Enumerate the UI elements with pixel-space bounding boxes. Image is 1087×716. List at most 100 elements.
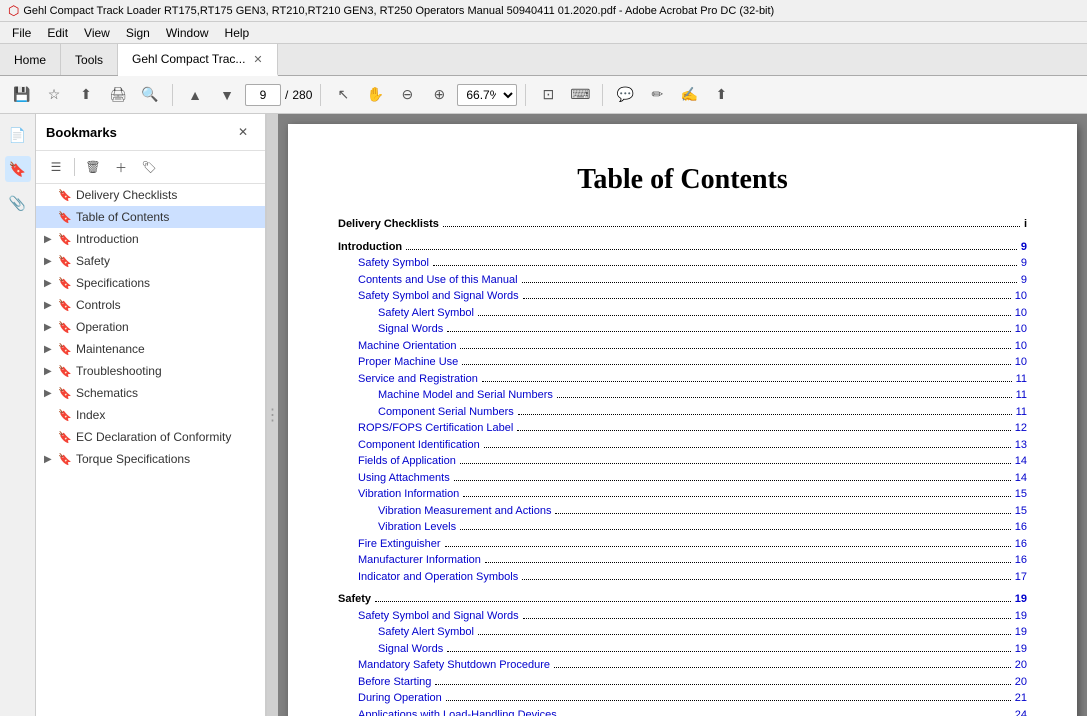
toc-row-0[interactable]: Delivery Checklistsi [338, 216, 1027, 233]
menu-file[interactable]: File [4, 24, 39, 42]
toc-row-7[interactable]: Machine Orientation10 [338, 338, 1027, 355]
bm-torque-specs[interactable]: ▶ 🔖 Torque Specifications [36, 448, 265, 470]
toc-row-17[interactable]: Vibration Measurement and Actions15 [338, 503, 1027, 520]
zoom-select[interactable]: 66.7% 50% 75% 100% 125% 150% [457, 84, 517, 106]
bm-index[interactable]: 🔖 Index [36, 404, 265, 426]
menu-edit[interactable]: Edit [39, 24, 76, 42]
bookmarks-toolbar: ☰ 🗑 ＋ 🏷 [36, 151, 265, 184]
rotate-btn[interactable]: ⌨ [566, 81, 594, 109]
toc-row-13[interactable]: Component Identification13 [338, 437, 1027, 454]
toc-row-29[interactable]: Applications with Load-Handling Devices2… [338, 707, 1027, 716]
bm-table-of-contents[interactable]: 🔖 Table of Contents [36, 206, 265, 228]
toc-row-22[interactable]: Safety19 [338, 591, 1027, 608]
upload-btn[interactable]: ⬆ [72, 81, 100, 109]
bm-safety[interactable]: ▶ 🔖 Safety [36, 250, 265, 272]
title-bar-text: Gehl Compact Track Loader RT175,RT175 GE… [23, 5, 774, 17]
menu-window[interactable]: Window [158, 24, 217, 42]
bm-troubleshooting[interactable]: ▶ 🔖 Troubleshooting [36, 360, 265, 382]
bm-bookmark-icon-controls: 🔖 [58, 299, 72, 312]
bookmark-btn[interactable]: ☆ [40, 81, 68, 109]
bm-chevron-torque: ▶ [44, 454, 58, 465]
toc-row-10[interactable]: Machine Model and Serial Numbers11 [338, 387, 1027, 404]
toc-page-14: 14 [1015, 453, 1027, 470]
toc-page-9: 11 [1016, 371, 1027, 388]
toc-row-5[interactable]: Safety Alert Symbol10 [338, 305, 1027, 322]
sign-btn[interactable]: ✍ [675, 81, 703, 109]
tab-document[interactable]: Gehl Compact Trac... ✕ [118, 44, 278, 76]
toc-row-15[interactable]: Using Attachments14 [338, 470, 1027, 487]
bm-delete-btn[interactable]: 🗑 [81, 155, 105, 179]
tab-home[interactable]: Home [0, 44, 61, 75]
toc-row-27[interactable]: Before Starting20 [338, 674, 1027, 691]
toc-row-16[interactable]: Vibration Information15 [338, 486, 1027, 503]
bm-tag-btn[interactable]: 🏷 [137, 155, 161, 179]
prev-page-btn[interactable]: ▲ [181, 81, 209, 109]
toc-row-21[interactable]: Indicator and Operation Symbols17 [338, 569, 1027, 586]
tab-close-icon[interactable]: ✕ [253, 53, 262, 66]
toc-label-22: Safety [338, 591, 371, 608]
toc-dots-6 [447, 331, 1011, 332]
toc-row-6[interactable]: Signal Words10 [338, 321, 1027, 338]
bm-ec-declaration[interactable]: 🔖 EC Declaration of Conformity [36, 426, 265, 448]
page-input[interactable] [245, 84, 281, 106]
toc-row-9[interactable]: Service and Registration11 [338, 371, 1027, 388]
toc-row-8[interactable]: Proper Machine Use10 [338, 354, 1027, 371]
bm-controls[interactable]: ▶ 🔖 Controls [36, 294, 265, 316]
zoom-out-btn[interactable]: ⊖ [393, 81, 421, 109]
bm-add-btn[interactable]: ＋ [109, 155, 133, 179]
menu-sign[interactable]: Sign [118, 24, 158, 42]
bookmarks-close-btn[interactable]: ✕ [231, 120, 255, 144]
toc-page-19: 16 [1015, 536, 1027, 553]
page-total: 280 [292, 88, 312, 102]
toc-row-18[interactable]: Vibration Levels16 [338, 519, 1027, 536]
bm-operation[interactable]: ▶ 🔖 Operation [36, 316, 265, 338]
toc-row-11[interactable]: Component Serial Numbers11 [338, 404, 1027, 421]
print-btn[interactable]: 🖨 [104, 81, 132, 109]
toc-row-23[interactable]: Safety Symbol and Signal Words19 [338, 608, 1027, 625]
toc-dots-4 [523, 298, 1011, 299]
bm-bookmark-icon: 🔖 [58, 189, 72, 202]
bm-maintenance[interactable]: ▶ 🔖 Maintenance [36, 338, 265, 360]
bookmarks-list: 🔖 Delivery Checklists 🔖 Table of Content… [36, 184, 265, 716]
toc-row-20[interactable]: Manufacturer Information16 [338, 552, 1027, 569]
bm-introduction[interactable]: ▶ 🔖 Introduction [36, 228, 265, 250]
toc-row-14[interactable]: Fields of Application14 [338, 453, 1027, 470]
hand-tool[interactable]: ✋ [361, 81, 389, 109]
toc-row-26[interactable]: Mandatory Safety Shutdown Procedure20 [338, 657, 1027, 674]
toc-row-28[interactable]: During Operation21 [338, 690, 1027, 707]
comment-btn[interactable]: 💬 [611, 81, 639, 109]
draw-btn[interactable]: ✏ [643, 81, 671, 109]
search-btn[interactable]: 🔍 [136, 81, 164, 109]
more-btn[interactable]: ⬆ [707, 81, 735, 109]
sidebar-icon-clip[interactable]: 📎 [5, 190, 31, 216]
toc-row-25[interactable]: Signal Words19 [338, 641, 1027, 658]
toc-row-1[interactable]: Introduction9 [338, 239, 1027, 256]
bm-schematics[interactable]: ▶ 🔖 Schematics [36, 382, 265, 404]
sidebar-icon-bookmarks[interactable]: 🔖 [5, 156, 31, 182]
toc-dots-25 [447, 651, 1011, 652]
menu-help[interactable]: Help [217, 24, 258, 42]
bm-list-btn[interactable]: ☰ [44, 155, 68, 179]
bm-specifications[interactable]: ▶ 🔖 Specifications [36, 272, 265, 294]
toc-row-4[interactable]: Safety Symbol and Signal Words10 [338, 288, 1027, 305]
toc-row-19[interactable]: Fire Extinguisher16 [338, 536, 1027, 553]
toc-dots-0 [443, 226, 1020, 227]
cursor-tool[interactable]: ↖ [329, 81, 357, 109]
pdf-area[interactable]: Table of Contents Delivery ChecklistsiIn… [278, 114, 1087, 716]
toc-row-24[interactable]: Safety Alert Symbol19 [338, 624, 1027, 641]
zoom-in-btn[interactable]: ⊕ [425, 81, 453, 109]
toc-row-2[interactable]: Safety Symbol9 [338, 255, 1027, 272]
menu-view[interactable]: View [76, 24, 118, 42]
save-btn[interactable]: 💾 [8, 81, 36, 109]
toc-page-2: 9 [1021, 255, 1027, 272]
bm-delivery-checklists[interactable]: 🔖 Delivery Checklists [36, 184, 265, 206]
sidebar-icon-page[interactable]: 📄 [5, 122, 31, 148]
toc-row-12[interactable]: ROPS/FOPS Certification Label12 [338, 420, 1027, 437]
toc-row-3[interactable]: Contents and Use of this Manual9 [338, 272, 1027, 289]
fit-page-btn[interactable]: ⊡ [534, 81, 562, 109]
toc-page-6: 10 [1015, 321, 1027, 338]
next-page-btn[interactable]: ▼ [213, 81, 241, 109]
panel-resize-handle[interactable]: ⋮ [266, 114, 278, 716]
tab-tools[interactable]: Tools [61, 44, 118, 75]
sidebar-icons: 📄 🔖 📎 [0, 114, 36, 716]
